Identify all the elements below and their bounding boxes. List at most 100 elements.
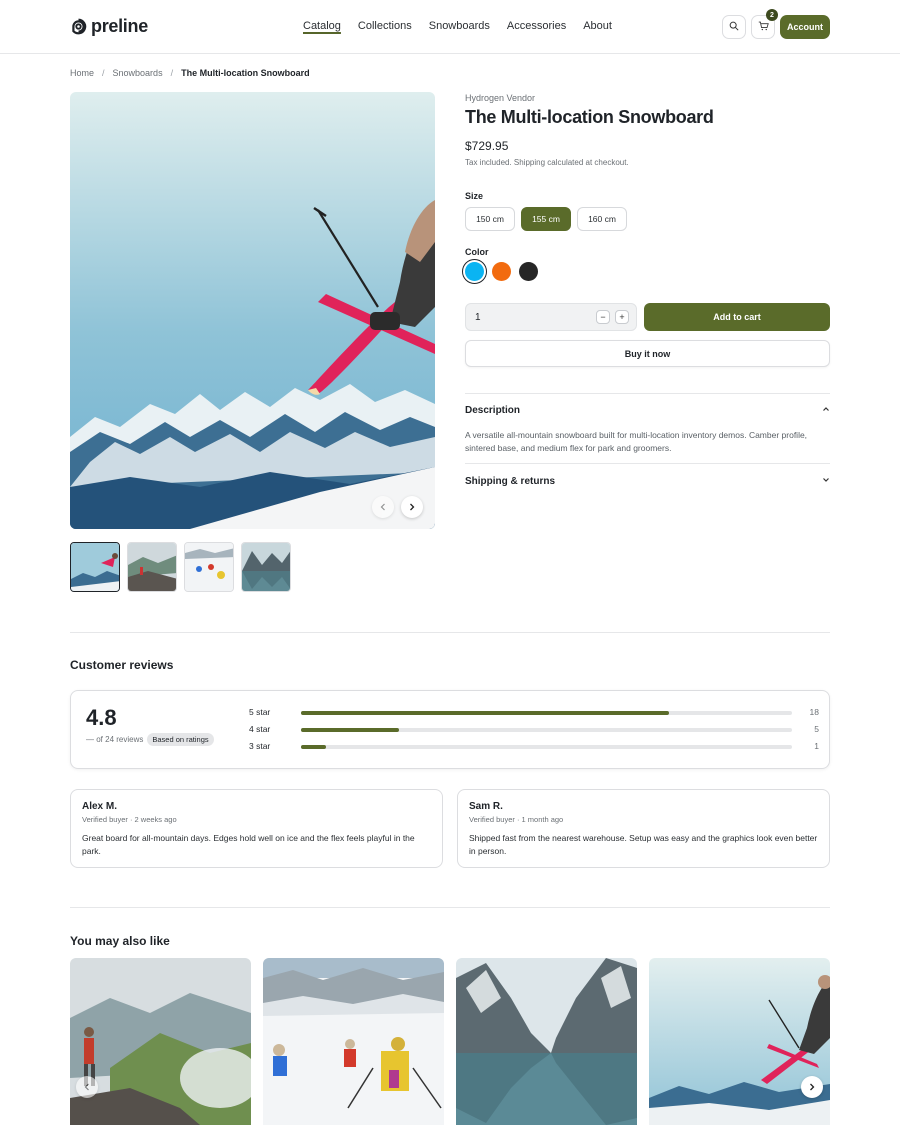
reviewer-name: Sam R. xyxy=(469,801,503,812)
color-swatch-orange[interactable] xyxy=(492,262,511,281)
product-main-image xyxy=(70,92,435,529)
chevron-right-icon xyxy=(408,498,416,516)
rating-row-label: 3 star xyxy=(249,741,271,751)
rating-summary-card: 4.8 — of 24 reviews Based on ratings 5 s… xyxy=(70,690,830,769)
review-card: Alex M. Verified buyer · 2 weeks ago Gre… xyxy=(70,789,443,868)
nav-collections[interactable]: Collections xyxy=(358,20,412,32)
section-divider xyxy=(70,907,830,908)
review-meta: Verified buyer · 2 weeks ago xyxy=(82,815,177,824)
rating-meta: — of 24 reviews Based on ratings xyxy=(86,733,214,746)
review-card: Sam R. Verified buyer · 1 month ago Ship… xyxy=(457,789,830,868)
account-button[interactable]: Account xyxy=(780,15,830,39)
quantity-decrease-button[interactable]: − xyxy=(596,310,610,324)
breadcrumb: Home / Snowboards / The Multi-location S… xyxy=(70,68,310,78)
accordion-shipping-title: Shipping & returns xyxy=(465,476,555,487)
product-title: The Multi-location Snowboard xyxy=(465,107,714,127)
image-prev-button[interactable] xyxy=(372,496,394,518)
carousel-next-button[interactable] xyxy=(801,1076,823,1098)
thumbnail-1[interactable] xyxy=(70,542,120,592)
reviews-title: Customer reviews xyxy=(70,658,174,672)
nav-snowboards[interactable]: Snowboards xyxy=(429,20,490,32)
quantity-value[interactable]: 1 xyxy=(475,312,481,323)
breadcrumb-snowboards[interactable]: Snowboards xyxy=(113,68,163,78)
rating-row-count: 5 xyxy=(814,724,819,734)
tax-note: Tax included. Shipping calculated at che… xyxy=(465,158,629,167)
rating-bar-track xyxy=(301,745,792,749)
review-text: Shipped fast from the nearest warehouse.… xyxy=(469,833,818,856)
nav-about[interactable]: About xyxy=(583,20,612,32)
cart-button[interactable]: 2 xyxy=(751,9,778,39)
size-option-160[interactable]: 160 cm xyxy=(577,207,627,231)
chevron-up-icon xyxy=(822,405,830,416)
thumbnail-4[interactable] xyxy=(241,542,291,592)
chevron-down-icon xyxy=(822,476,830,487)
accordion-description-header[interactable]: Description xyxy=(465,405,830,416)
rating-row-count: 1 xyxy=(814,741,819,751)
recommendations-title: You may also like xyxy=(70,934,170,948)
breadcrumb-current: The Multi-location Snowboard xyxy=(181,68,310,78)
divider xyxy=(465,393,830,394)
rating-row-label: 5 star xyxy=(249,707,271,717)
rating-row-4: 4 star 5 xyxy=(249,724,819,736)
recommended-product-1[interactable] xyxy=(70,958,251,1125)
rating-bar-fill xyxy=(301,728,400,732)
thumbnail-2[interactable] xyxy=(127,542,177,592)
search-icon xyxy=(729,18,739,36)
chevron-left-icon xyxy=(83,1078,91,1096)
review-text: Great board for all-mountain days. Edges… xyxy=(82,833,415,856)
product-vendor: Hydrogen Vendor xyxy=(465,93,536,103)
breadcrumb-separator: / xyxy=(170,68,174,78)
thumbnail-3[interactable] xyxy=(184,542,234,592)
rating-bar-track xyxy=(301,728,792,732)
recommended-product-3[interactable] xyxy=(456,958,637,1125)
rating-bar-fill xyxy=(301,745,326,749)
cart-icon xyxy=(758,18,769,36)
breadcrumb-separator: / xyxy=(102,68,105,78)
chevron-right-icon xyxy=(808,1078,816,1096)
review-count: — of 24 reviews xyxy=(86,735,144,744)
reviewer-name: Alex M. xyxy=(82,801,118,812)
color-label: Color xyxy=(465,247,489,257)
logo-text: preline xyxy=(91,16,148,36)
recommended-product-4[interactable] xyxy=(649,958,830,1125)
color-selector xyxy=(462,259,538,284)
nav-accessories[interactable]: Accessories xyxy=(507,20,566,32)
divider xyxy=(465,463,830,464)
product-price: $729.95 xyxy=(465,139,509,153)
accordion-shipping-header[interactable]: Shipping & returns xyxy=(465,476,830,487)
size-selector: 150 cm 155 cm 160 cm xyxy=(465,207,627,231)
accordion-description-title: Description xyxy=(465,405,521,416)
breadcrumb-home[interactable]: Home xyxy=(70,68,94,78)
image-next-button[interactable] xyxy=(401,496,423,518)
rating-bar-fill xyxy=(301,711,670,715)
add-to-cart-button[interactable]: Add to cart xyxy=(644,303,830,331)
cart-count-badge: 2 xyxy=(766,9,778,21)
rating-row-count: 18 xyxy=(809,707,819,717)
section-divider xyxy=(70,632,830,633)
size-option-155[interactable]: 155 cm xyxy=(521,207,571,231)
color-swatch-black[interactable] xyxy=(519,262,538,281)
rating-row-label: 4 star xyxy=(249,724,271,734)
ratings-badge: Based on ratings xyxy=(147,733,214,746)
main-nav: Catalog Collections Snowboards Accessori… xyxy=(303,20,612,32)
rating-row-5: 5 star 18 xyxy=(249,707,819,719)
description-text: A versatile all-mountain snowboard built… xyxy=(465,430,808,453)
review-meta: Verified buyer · 1 month ago xyxy=(469,815,564,824)
carousel-prev-button[interactable] xyxy=(76,1076,98,1098)
logo-icon xyxy=(70,18,87,35)
site-header: preline Catalog Collections Snowboards A… xyxy=(0,0,900,54)
color-swatch-blue[interactable] xyxy=(462,259,487,284)
recommended-product-2[interactable] xyxy=(263,958,444,1125)
nav-catalog[interactable]: Catalog xyxy=(303,20,341,32)
logo[interactable]: preline xyxy=(70,16,148,37)
rating-bar-track xyxy=(301,711,792,715)
quantity-increase-button[interactable]: + xyxy=(615,310,629,324)
thumbnail-strip xyxy=(70,542,291,592)
average-rating: 4.8 xyxy=(86,705,117,730)
quantity-stepper: 1 − + xyxy=(465,303,637,331)
rating-row-3: 3 star 1 xyxy=(249,741,819,753)
size-option-150[interactable]: 150 cm xyxy=(465,207,515,231)
size-label: Size xyxy=(465,191,484,201)
buy-now-button[interactable]: Buy it now xyxy=(465,340,830,367)
search-button[interactable] xyxy=(722,15,746,39)
